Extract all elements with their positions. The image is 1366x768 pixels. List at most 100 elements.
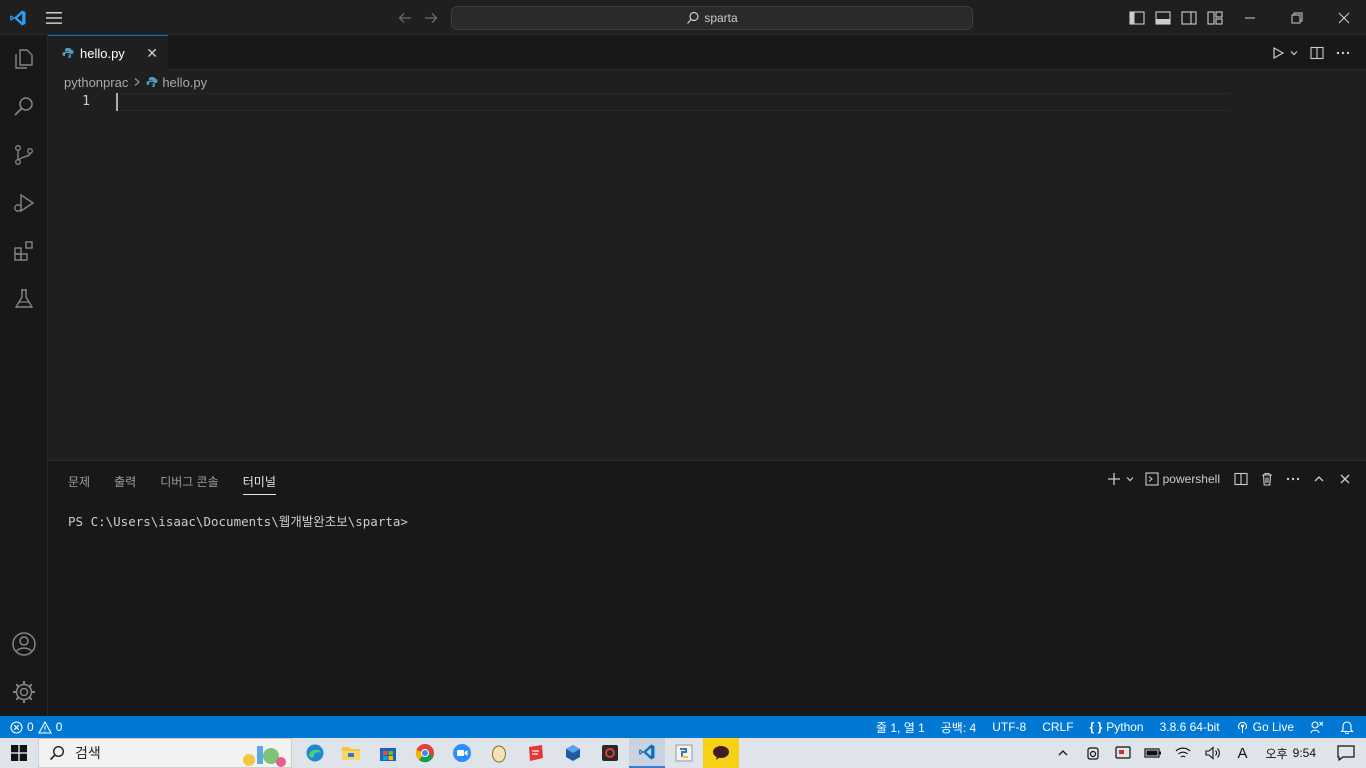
close-tab-icon[interactable]: ✕ (146, 45, 158, 62)
command-center-search[interactable]: sparta (451, 6, 973, 30)
tab-terminal[interactable]: 터미널 (242, 469, 276, 495)
activity-bar (0, 35, 48, 716)
terminal-selector[interactable]: powershell (1141, 468, 1228, 490)
forward-arrow-icon[interactable] (421, 0, 441, 35)
minimize-icon[interactable] (1236, 0, 1264, 35)
notification-center-icon[interactable] (1326, 738, 1366, 768)
tab-debug-console[interactable]: 디버그 콘솔 (160, 469, 219, 495)
search-view-icon[interactable] (0, 83, 48, 131)
go-live-button[interactable]: Go Live (1236, 720, 1294, 734)
kakaotalk-icon[interactable] (703, 738, 739, 768)
clock-period: 오후 (1265, 746, 1288, 761)
red-app-icon[interactable] (518, 738, 554, 768)
python-file-icon (62, 48, 74, 58)
problems-status[interactable]: 0 0 (10, 720, 62, 734)
close-panel-icon[interactable] (1332, 468, 1358, 490)
panel-more-actions-icon[interactable] (1280, 468, 1306, 490)
search-icon (687, 11, 699, 24)
search-placeholder: 검색 (75, 745, 101, 761)
toggle-primary-sidebar-icon[interactable] (1127, 0, 1147, 35)
vscode-logo-icon (6, 0, 30, 35)
close-window-icon[interactable] (1330, 0, 1358, 35)
language-mode[interactable]: { } Python (1090, 720, 1144, 734)
breadcrumb-folder[interactable]: pythonprac (64, 75, 128, 90)
run-and-debug-icon[interactable] (0, 179, 48, 227)
notifications-bell-icon[interactable] (1340, 720, 1354, 734)
editor-tab-hello-py[interactable]: hello.py ✕ (48, 35, 168, 70)
system-tray: A 오후 9:54 (1048, 738, 1366, 768)
broadcast-icon (1237, 721, 1247, 733)
editor-area: hello.py ✕ pythonprac hello.py 1 (48, 35, 1366, 460)
screen-capture-icon[interactable] (1108, 738, 1138, 768)
python-idle-icon[interactable] (666, 738, 702, 768)
camera-app-icon[interactable] (1078, 738, 1108, 768)
terminal-dropdown-chevron-icon[interactable] (1125, 468, 1141, 490)
clock[interactable]: 오후 9:54 (1258, 745, 1326, 762)
text-cursor (116, 93, 118, 111)
microsoft-store-icon[interactable] (370, 738, 406, 768)
extensions-icon[interactable] (0, 227, 48, 275)
error-count: 0 (27, 720, 34, 734)
new-terminal-icon[interactable] (1103, 468, 1125, 490)
accounts-icon[interactable] (0, 620, 48, 668)
tab-label: hello.py (80, 45, 125, 61)
maximize-panel-chevron-up-icon[interactable] (1306, 468, 1332, 490)
menu-icon[interactable] (42, 0, 66, 35)
python-interpreter[interactable]: 3.8.6 64-bit (1160, 720, 1220, 734)
recorder-app-icon[interactable] (592, 738, 628, 768)
input-method-indicator[interactable]: A (1228, 738, 1258, 768)
search-highlight-illustration-icon (243, 746, 286, 767)
source-control-icon[interactable] (0, 131, 48, 179)
volume-icon[interactable] (1198, 738, 1228, 768)
edge-browser-icon[interactable] (297, 738, 333, 768)
run-dropdown-chevron-icon[interactable] (1287, 35, 1301, 70)
battery-icon[interactable] (1138, 738, 1168, 768)
go-live-label: Go Live (1252, 720, 1294, 734)
error-icon (10, 720, 23, 734)
split-terminal-icon[interactable] (1228, 468, 1254, 490)
search-icon (49, 745, 65, 761)
chrome-browser-icon[interactable] (407, 738, 443, 768)
split-editor-icon[interactable] (1307, 35, 1327, 70)
wifi-icon[interactable] (1168, 738, 1198, 768)
bottom-panel: 문제 출력 디버그 콘솔 터미널 powershell PS C:\Users\… (48, 460, 1366, 716)
taskbar-search-box[interactable]: 검색 (38, 738, 292, 768)
toggle-secondary-sidebar-icon[interactable] (1179, 0, 1199, 35)
zoom-app-icon[interactable] (444, 738, 480, 768)
kill-terminal-trash-icon[interactable] (1254, 468, 1280, 490)
tab-problems[interactable]: 문제 (68, 469, 90, 495)
language-label: Python (1106, 720, 1144, 734)
cursor-position[interactable]: 줄 1, 열 1 (876, 719, 925, 736)
feedback-icon[interactable] (1310, 720, 1324, 734)
run-python-file-icon[interactable] (1268, 35, 1288, 70)
restore-icon[interactable] (1283, 0, 1311, 35)
terminal-prompt[interactable]: PS C:\Users\isaac\Documents\웹개발완초보\spart… (68, 511, 408, 530)
customize-layout-icon[interactable] (1205, 0, 1225, 35)
status-right: 줄 1, 열 1 공백: 4 UTF-8 CRLF { } Python 3.8… (876, 716, 1354, 738)
encoding[interactable]: UTF-8 (992, 720, 1026, 734)
more-actions-icon[interactable] (1333, 35, 1353, 70)
toggle-panel-icon[interactable] (1153, 0, 1173, 35)
sandbox-app-icon[interactable] (555, 738, 591, 768)
vscode-taskbar-icon[interactable] (629, 738, 665, 768)
settings-gear-icon[interactable] (0, 668, 48, 716)
warning-icon (37, 720, 52, 734)
braces-icon: { } (1089, 720, 1103, 734)
file-explorer-icon[interactable] (333, 738, 369, 768)
warning-count: 0 (55, 720, 63, 734)
windows-start-icon[interactable] (0, 738, 38, 768)
back-arrow-icon[interactable] (395, 0, 415, 35)
tab-output[interactable]: 출력 (114, 469, 136, 495)
breadcrumb-file[interactable]: hello.py (162, 75, 207, 90)
explorer-icon[interactable] (0, 35, 48, 83)
breadcrumb: pythonprac hello.py (64, 73, 207, 91)
indentation[interactable]: 공백: 4 (941, 719, 976, 736)
testing-flask-icon[interactable] (0, 275, 48, 323)
egg-app-icon[interactable] (481, 738, 517, 768)
line-number: 1 (82, 94, 90, 109)
status-bar: 0 0 줄 1, 열 1 공백: 4 UTF-8 CRLF { } Python… (0, 716, 1366, 738)
end-of-line[interactable]: CRLF (1042, 720, 1073, 734)
chevron-up-icon[interactable] (1048, 738, 1078, 768)
clock-time: 9:54 (1292, 746, 1316, 760)
editor-tab-bar: hello.py ✕ (48, 35, 1366, 70)
